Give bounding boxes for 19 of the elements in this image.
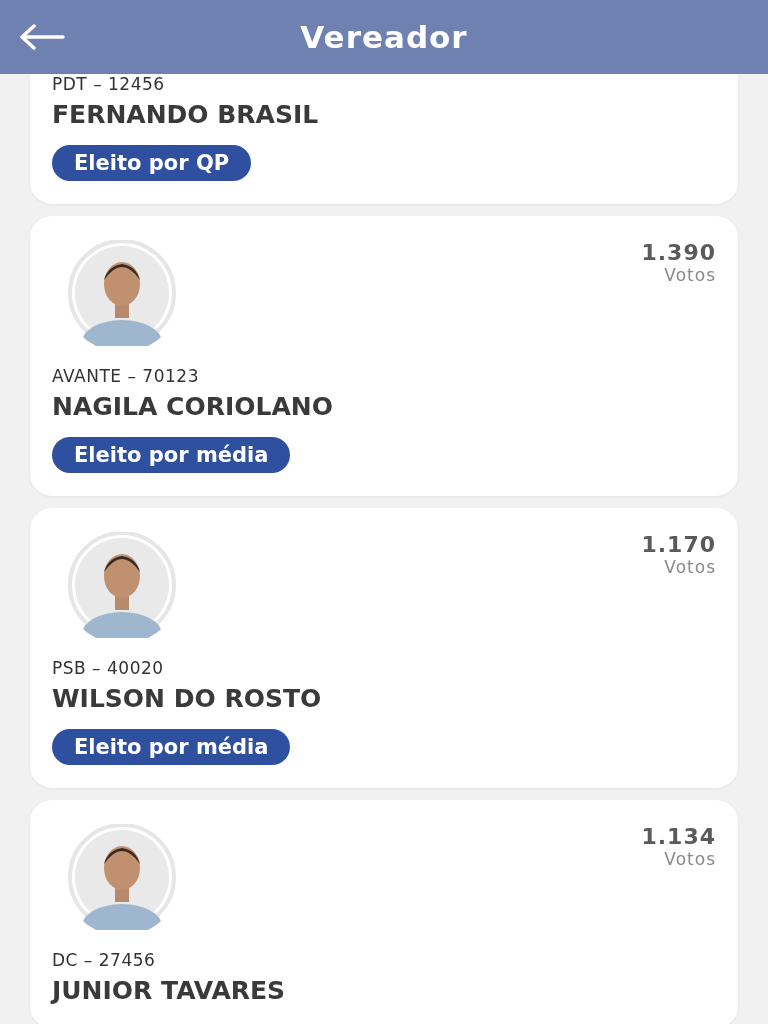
party-number: DC – 27456 (52, 950, 157, 970)
status-badge: Eleito por QP (52, 145, 252, 181)
candidate-name: JUNIOR TAVARES (52, 976, 287, 1005)
votes-label: Votos (664, 265, 716, 285)
candidate-name: NAGILA CORIOLANO (52, 392, 334, 421)
status-badge: Eleito por média (52, 437, 291, 473)
party-number: PDT – 12456 (52, 74, 166, 94)
candidate-name: WILSON DO ROSTO (52, 684, 323, 713)
vote-count: 1.134 (641, 824, 716, 849)
votes-label: Votos (664, 557, 716, 577)
candidate-name: FERNANDO BRASIL (52, 100, 320, 129)
status-badge: Eleito por média (52, 729, 291, 765)
votes-label: Votos (664, 849, 716, 869)
back-arrow-icon (19, 24, 65, 50)
party-number: AVANTE – 70123 (52, 366, 200, 386)
vote-count: 1.170 (641, 532, 716, 557)
party-number: PSB – 40020 (52, 658, 165, 678)
page-title: Vereador (300, 19, 468, 55)
vote-count: 1.390 (641, 240, 716, 265)
